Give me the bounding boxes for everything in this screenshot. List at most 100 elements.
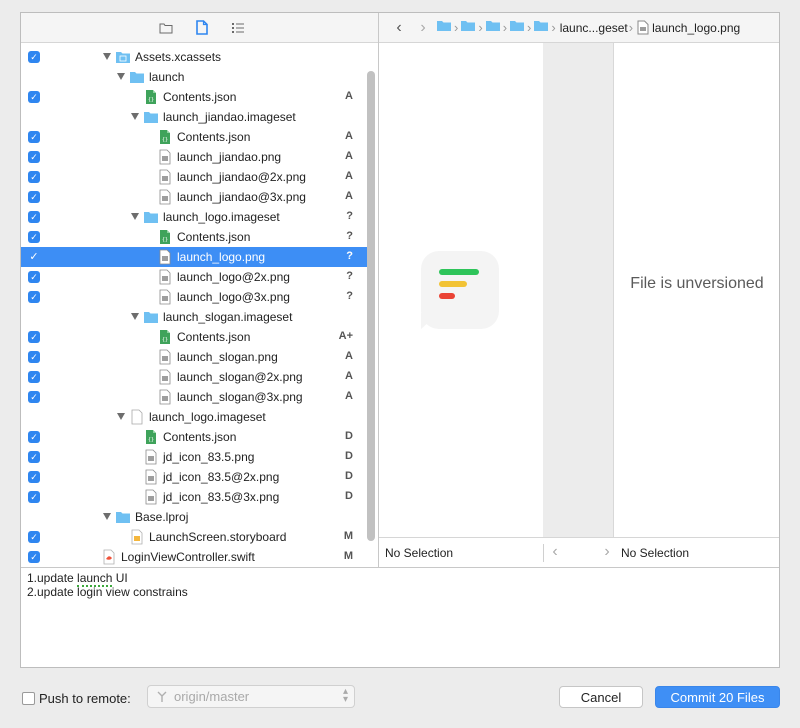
tree-row[interactable]: ✓ launch_logo.imageset? xyxy=(21,207,367,227)
tree-row[interactable]: ✓ {} Contents.json A xyxy=(21,127,367,147)
disclosure-triangle-icon[interactable] xyxy=(131,313,139,320)
breadcrumb-folder-icon[interactable] xyxy=(532,20,550,35)
include-checkbox[interactable]: ✓ xyxy=(28,451,40,463)
tree-row[interactable]: ✓ launch_jiandao@2x.png A xyxy=(21,167,367,187)
disclosure-triangle-icon[interactable] xyxy=(103,53,111,60)
file-view-button[interactable] xyxy=(192,18,212,38)
commit-window: ✓ Assets.xcassets launch ✓ {} Contents.json Al… xyxy=(20,12,780,668)
right-selection-label: No Selection xyxy=(621,546,690,560)
tree-row[interactable]: ✓ launch_logo@3x.png? xyxy=(21,287,367,307)
compare-pane: ‹ › › › › › › launc...geset › launch_logo.pn… xyxy=(379,13,779,567)
include-checkbox[interactable]: ✓ xyxy=(28,291,40,303)
file-icon xyxy=(195,20,208,35)
breadcrumb-folder-icon[interactable] xyxy=(484,20,502,35)
tree-row[interactable]: ✓ {} Contents.json? xyxy=(21,227,367,247)
tree-row[interactable]: ✓ launch_slogan@2x.png A xyxy=(21,367,367,387)
breadcrumb-folder-icon[interactable] xyxy=(435,20,453,35)
tree-row[interactable]: ✓ launch_logo.png? xyxy=(21,247,367,267)
include-checkbox[interactable]: ✓ xyxy=(28,171,40,183)
next-change-icon[interactable]: › xyxy=(595,543,619,561)
app-logo-tail xyxy=(421,313,439,329)
breadcrumb-parent[interactable]: launc...geset xyxy=(560,21,628,35)
folder-view-button[interactable] xyxy=(156,18,176,38)
include-checkbox[interactable]: ✓ xyxy=(28,431,40,443)
disclosure-triangle-icon[interactable] xyxy=(131,213,139,220)
tree-row[interactable]: Base.lproj xyxy=(21,507,367,527)
tree-row[interactable]: ✓ Assets.xcassets xyxy=(21,47,367,67)
cancel-button[interactable]: Cancel xyxy=(559,686,643,708)
include-checkbox[interactable]: ✓ xyxy=(28,531,40,543)
include-checkbox[interactable]: ✓ xyxy=(28,351,40,363)
tree-row[interactable]: ✓ {} Contents.json A+ xyxy=(21,327,367,347)
commit-message-field[interactable]: 1.update launch UI 2.update login view c… xyxy=(21,567,779,667)
png-file-icon xyxy=(159,369,171,385)
left-preview xyxy=(379,43,543,537)
include-checkbox[interactable]: ✓ xyxy=(28,251,40,263)
diff-gutter xyxy=(543,43,613,537)
tree-row[interactable]: ✓ jd_icon_83.5@3x.png D xyxy=(21,487,367,507)
tree-row[interactable]: ✓ launch_jiandao@3x.png A xyxy=(21,187,367,207)
include-checkbox[interactable]: ✓ xyxy=(28,371,40,383)
tree-row-label: launch_jiandao.imageset xyxy=(163,110,296,124)
include-checkbox[interactable]: ✓ xyxy=(28,91,40,103)
include-checkbox[interactable]: ✓ xyxy=(28,151,40,163)
chevron-right-icon: › xyxy=(502,20,508,35)
status-badge: A xyxy=(345,350,353,362)
breadcrumb-folder-icon[interactable] xyxy=(459,20,477,35)
tree-row[interactable]: ✓ {} Contents.json A xyxy=(21,87,367,107)
json-file-icon: {} xyxy=(160,130,170,144)
breadcrumb-file[interactable]: launch_logo.png xyxy=(652,21,740,35)
tree-row[interactable]: launch_slogan.imageset xyxy=(21,307,367,327)
tree-row[interactable]: launch_logo.imageset xyxy=(21,407,367,427)
include-checkbox[interactable]: ✓ xyxy=(28,211,40,223)
tree-row[interactable]: ✓ launch_slogan.png A xyxy=(21,347,367,367)
include-checkbox[interactable]: ✓ xyxy=(28,331,40,343)
commit-button[interactable]: Commit 20 Files xyxy=(655,686,780,708)
tree-row[interactable]: ✓ jd_icon_83.5.png D xyxy=(21,447,367,467)
include-checkbox[interactable]: ✓ xyxy=(28,551,40,563)
disclosure-triangle-icon[interactable] xyxy=(131,113,139,120)
list-view-button[interactable] xyxy=(228,18,248,38)
tree-row-label: launch_jiandao@3x.png xyxy=(177,190,306,204)
remote-branch-select[interactable]: origin/master ▴ ▾ xyxy=(147,685,355,708)
breadcrumb: ‹ › › › › › › launc...geset › launch_logo.pn… xyxy=(379,13,779,43)
tree-row[interactable]: ✓ {} Contents.json D xyxy=(21,427,367,447)
status-badge: A xyxy=(345,190,353,202)
tree-row[interactable]: ✓ LoginViewController.swift M xyxy=(21,547,367,567)
tree-row[interactable]: launch xyxy=(21,67,367,87)
disclosure-triangle-icon[interactable] xyxy=(117,413,125,420)
push-to-remote-checkbox[interactable] xyxy=(22,692,35,705)
include-checkbox[interactable]: ✓ xyxy=(28,51,40,63)
tree-row[interactable]: ✓ launch_jiandao.png A xyxy=(21,147,367,167)
tree-row[interactable]: ✓ LaunchScreen.storyboard M xyxy=(21,527,367,547)
png-file-icon xyxy=(159,249,171,265)
json-file-icon: {} xyxy=(160,330,170,344)
prev-change-icon[interactable]: ‹ xyxy=(543,543,567,561)
tree-scrollbar[interactable] xyxy=(367,71,375,541)
tree-row[interactable]: ✓ jd_icon_83.5@2x.png D xyxy=(21,467,367,487)
disclosure-triangle-icon[interactable] xyxy=(103,513,111,520)
tree-row-label: Assets.xcassets xyxy=(135,50,222,64)
include-checkbox[interactable]: ✓ xyxy=(28,271,40,283)
include-checkbox[interactable]: ✓ xyxy=(28,471,40,483)
include-checkbox[interactable]: ✓ xyxy=(28,131,40,143)
include-checkbox[interactable]: ✓ xyxy=(28,391,40,403)
disclosure-triangle-icon[interactable] xyxy=(117,73,125,80)
status-badge: A xyxy=(345,170,353,182)
status-badge: D xyxy=(345,430,353,442)
remote-branch-value: origin/master xyxy=(174,689,250,704)
file-tree-pane: ✓ Assets.xcassets launch ✓ {} Contents.json Al… xyxy=(21,13,379,567)
png-file-icon xyxy=(159,389,171,405)
breadcrumb-folder-icon[interactable] xyxy=(508,20,526,35)
include-checkbox[interactable]: ✓ xyxy=(28,231,40,243)
svg-text:{}: {} xyxy=(148,97,154,103)
tree-row[interactable]: ✓ launch_logo@2x.png? xyxy=(21,267,367,287)
include-checkbox[interactable]: ✓ xyxy=(28,491,40,503)
back-arrow-icon[interactable]: ‹ xyxy=(387,19,411,37)
forward-arrow-icon[interactable]: › xyxy=(411,19,435,37)
tree-row[interactable]: ✓ launch_slogan@3x.png A xyxy=(21,387,367,407)
tree-row[interactable]: launch_jiandao.imageset xyxy=(21,107,367,127)
include-checkbox[interactable]: ✓ xyxy=(28,191,40,203)
unversioned-label: File is unversioned xyxy=(630,275,764,292)
chevron-right-icon: › xyxy=(527,20,532,35)
